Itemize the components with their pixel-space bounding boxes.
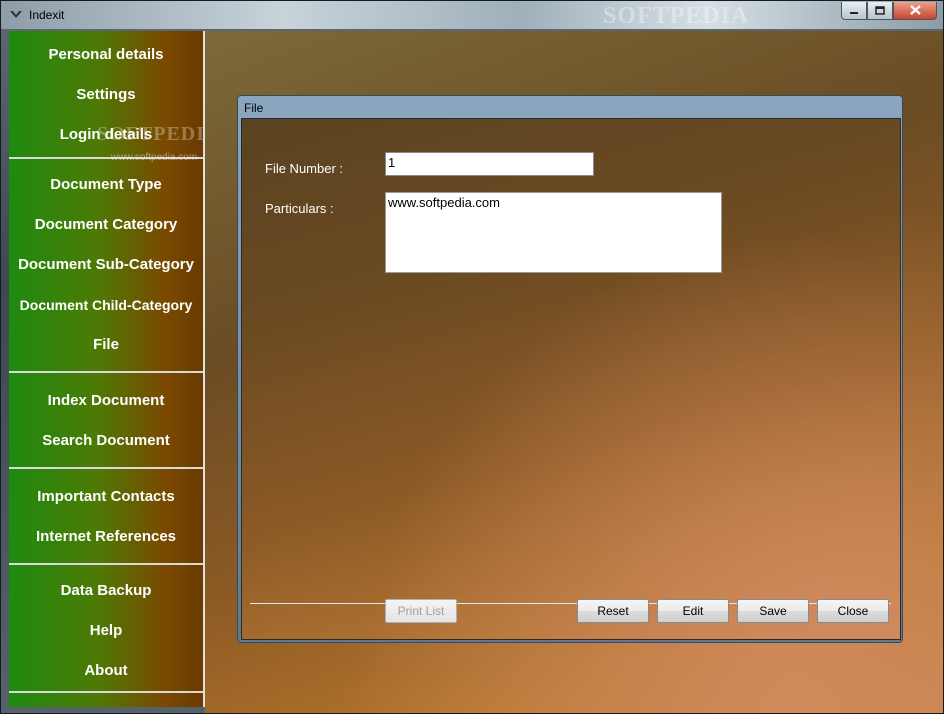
sidebar-item-personal-details[interactable]: Personal details: [9, 35, 203, 75]
particulars-label: Particulars :: [265, 201, 334, 216]
sidebar-item-document-sub-category[interactable]: Document Sub-Category: [9, 245, 203, 285]
sidebar-watermark: SOFTPEDIA: [97, 123, 221, 145]
sidebar-item-data-backup[interactable]: Data Backup: [9, 571, 203, 611]
sidebar-item-settings[interactable]: Settings: [9, 75, 203, 115]
close-button[interactable]: Close: [817, 599, 889, 623]
sidebar-watermark-url: www.softpedia.com: [111, 152, 198, 163]
sidebar-group-system: Data Backup Help About: [9, 565, 203, 693]
dialog-title: File: [244, 101, 264, 115]
minimize-button[interactable]: [841, 2, 867, 20]
sidebar-item-index-document[interactable]: Index Document: [9, 381, 203, 421]
dialog-body: File Number : 1 Particulars : www.softpe…: [241, 118, 901, 640]
save-button[interactable]: Save: [737, 599, 809, 623]
app-logo-icon: [9, 8, 23, 20]
sidebar-item-help[interactable]: Help: [9, 611, 203, 651]
sidebar-item-document-type[interactable]: Document Type: [9, 165, 203, 205]
sidebar-group-index: Index Document Search Document: [9, 373, 203, 469]
file-number-input[interactable]: 1: [385, 152, 594, 176]
close-window-button[interactable]: [893, 2, 937, 20]
maximize-button[interactable]: [867, 2, 893, 20]
sidebar-group-documents: Document Type Document Category Document…: [9, 159, 203, 373]
reset-button[interactable]: Reset: [577, 599, 649, 623]
close-icon: [909, 2, 921, 20]
sidebar-item-important-contacts[interactable]: Important Contacts: [9, 477, 203, 517]
sidebar-group-contacts: Important Contacts Internet References: [9, 469, 203, 565]
minimize-icon: [849, 2, 859, 20]
app-window: Indexit SOFTPEDIA Personal details Setti…: [0, 0, 944, 714]
edit-button[interactable]: Edit: [657, 599, 729, 623]
sidebar-item-about[interactable]: About: [9, 651, 203, 691]
title-bar[interactable]: Indexit SOFTPEDIA: [1, 1, 943, 29]
maximize-icon: [875, 2, 885, 20]
caption-buttons: [841, 2, 937, 20]
sidebar-item-search-document[interactable]: Search Document: [9, 421, 203, 461]
print-list-button[interactable]: Print List: [385, 599, 457, 623]
file-number-label: File Number :: [265, 161, 344, 176]
window-title: Indexit: [29, 8, 65, 22]
sidebar-item-file[interactable]: File: [9, 325, 203, 365]
title-watermark: SOFTPEDIA: [603, 3, 750, 29]
sidebar-item-document-child-category[interactable]: Document Child-Category: [9, 285, 203, 325]
file-dialog: File File Number : 1 Particulars : www.s…: [237, 95, 903, 643]
sidebar-item-internet-references[interactable]: Internet References: [9, 517, 203, 557]
particulars-textarea[interactable]: www.softpedia.com: [385, 192, 722, 273]
sidebar: Personal details Settings Login details …: [9, 31, 219, 707]
sidebar-item-document-category[interactable]: Document Category: [9, 205, 203, 245]
